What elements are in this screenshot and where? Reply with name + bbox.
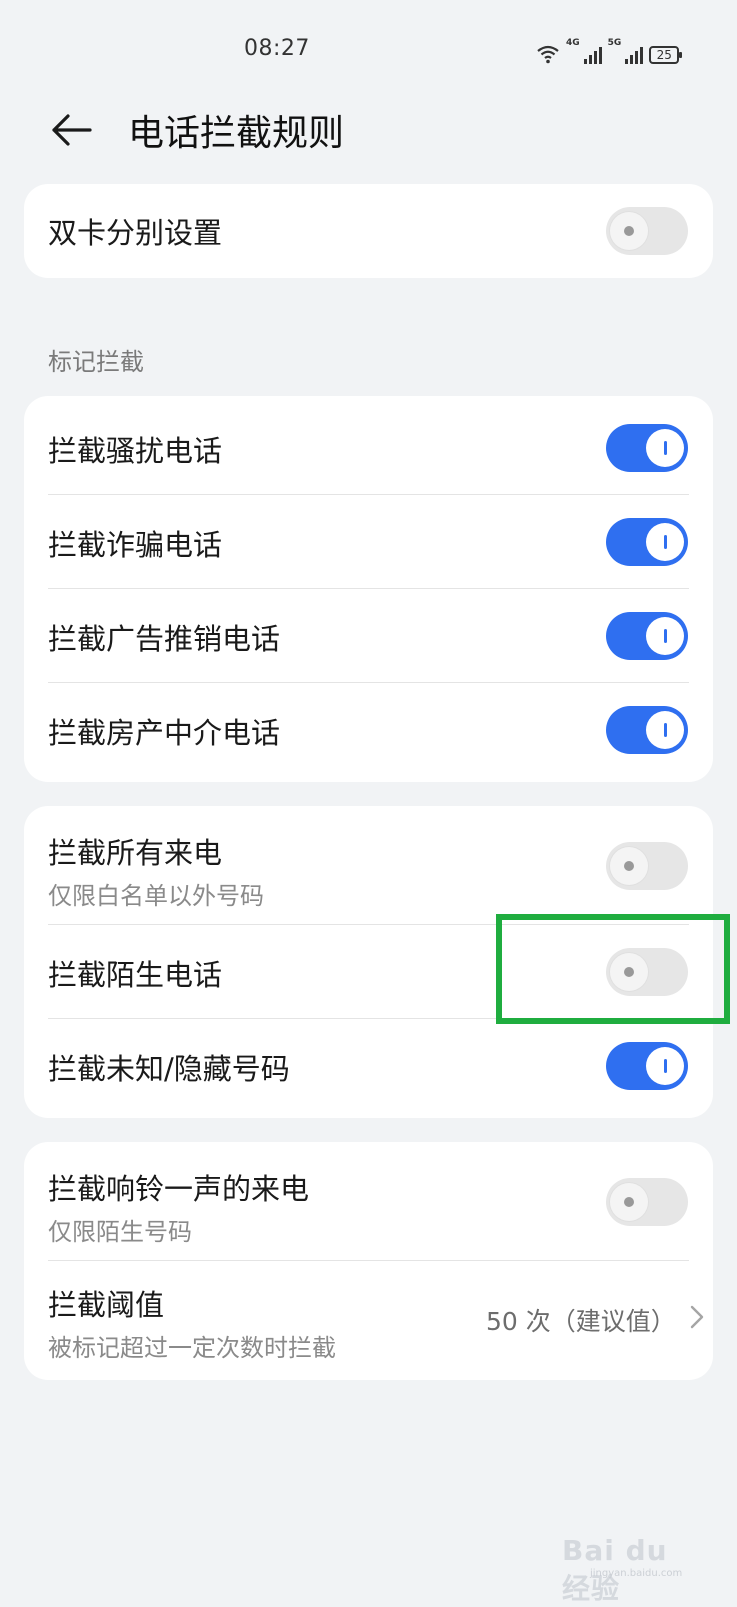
block-all-row[interactable]: 拦截所有来电 仅限白名单以外号码	[24, 806, 713, 924]
signal-icon	[583, 44, 602, 64]
block-unknown-toggle[interactable]	[606, 1042, 688, 1090]
network-4g-label: 4G	[566, 38, 580, 48]
watermark-sub: jingyan.baidu.com	[590, 1568, 683, 1579]
network-5g-label: 5G	[607, 38, 622, 48]
wifi-icon	[537, 45, 559, 64]
chevron-right-icon	[690, 1305, 704, 1329]
block-ads-label: 拦截广告推销电话	[48, 622, 281, 656]
ring-once-label: 拦截响铃一声的来电	[48, 1172, 310, 1206]
ring-once-toggle[interactable]	[606, 1178, 688, 1226]
threshold-row[interactable]: 拦截阈值 被标记超过一定次数时拦截 50 次（建议值）	[24, 1260, 713, 1380]
battery-icon: 25	[649, 46, 683, 64]
threshold-label: 拦截阈值	[48, 1288, 165, 1322]
status-icons: 4G 5G 25	[536, 38, 683, 64]
block-harassment-toggle[interactable]	[606, 424, 688, 472]
block-realestate-row[interactable]: 拦截房产中介电话	[24, 682, 713, 782]
block-all-sub: 仅限白名单以外号码	[48, 882, 264, 910]
header: 电话拦截规则	[0, 96, 737, 166]
threshold-value: 50 次（建议值）	[486, 1307, 676, 1336]
highlight-box	[496, 914, 730, 1024]
threshold-sub: 被标记超过一定次数时拦截	[48, 1334, 336, 1362]
section-title-mark: 标记拦截	[48, 348, 144, 376]
block-unknown-row[interactable]: 拦截未知/隐藏号码	[24, 1018, 713, 1118]
ring-card: 拦截响铃一声的来电 仅限陌生号码 拦截阈值 被标记超过一定次数时拦截 50 次（…	[24, 1142, 713, 1380]
block-all-toggle[interactable]	[606, 842, 688, 890]
block-fraud-row[interactable]: 拦截诈骗电话	[24, 494, 713, 588]
back-arrow-icon	[52, 114, 92, 146]
ring-once-sub: 仅限陌生号码	[48, 1218, 192, 1246]
block-ads-toggle[interactable]	[606, 612, 688, 660]
page-title: 电话拦截规则	[128, 113, 345, 154]
signal-icon-2	[625, 44, 644, 64]
mark-card: 拦截骚扰电话 拦截诈骗电话 拦截广告推销电话 拦截房产中介电话	[24, 396, 713, 782]
watermark: Bai du 经验 jingyan.baidu.com	[562, 1532, 702, 1605]
block-realestate-toggle[interactable]	[606, 706, 688, 754]
block-stranger-label: 拦截陌生电话	[48, 958, 223, 992]
dual-sim-label: 双卡分别设置	[48, 216, 223, 250]
block-fraud-toggle[interactable]	[606, 518, 688, 566]
block-harassment-label: 拦截骚扰电话	[48, 434, 223, 468]
block-all-label: 拦截所有来电	[48, 836, 223, 870]
block-fraud-label: 拦截诈骗电话	[48, 528, 223, 562]
block-unknown-label: 拦截未知/隐藏号码	[48, 1052, 290, 1086]
block-harassment-row[interactable]: 拦截骚扰电话	[24, 396, 713, 492]
ring-once-row[interactable]: 拦截响铃一声的来电 仅限陌生号码	[24, 1142, 713, 1260]
dual-sim-card: 双卡分别设置	[24, 184, 713, 278]
back-button[interactable]	[46, 108, 96, 152]
status-clock: 08:27	[244, 36, 310, 61]
status-bar: 08:27 4G 5G 25	[0, 0, 737, 100]
block-ads-row[interactable]: 拦截广告推销电话	[24, 588, 713, 682]
dual-sim-row[interactable]: 双卡分别设置	[24, 184, 713, 278]
block-realestate-label: 拦截房产中介电话	[48, 716, 281, 750]
dual-sim-toggle[interactable]	[606, 207, 688, 255]
